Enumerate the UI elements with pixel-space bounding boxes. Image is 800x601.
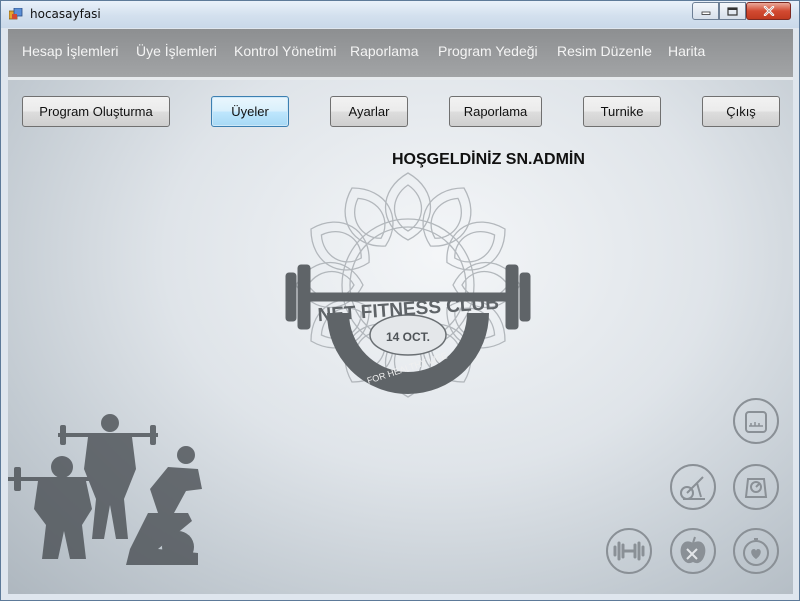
program-olusturma-button[interactable]: Program Oluşturma <box>22 96 170 127</box>
menu-hesap-islemleri[interactable]: Hesap İşlemleri <box>22 43 118 59</box>
ayarlar-button[interactable]: Ayarlar <box>330 96 408 127</box>
maximize-button[interactable] <box>719 2 746 20</box>
title-bar[interactable]: hocasayfasi <box>1 1 799 28</box>
cikis-button[interactable]: Çıkış <box>702 96 780 127</box>
app-window: hocasayfasi Hesap İşlemleri Üye İşlemler… <box>0 0 800 601</box>
heart-stopwatch-icon <box>733 528 779 574</box>
menu-uye-islemleri[interactable]: Üye İşlemleri <box>136 43 217 59</box>
minimize-button[interactable] <box>692 2 719 20</box>
menu-bar: Hesap İşlemleri Üye İşlemleri Kontrol Yö… <box>8 29 793 80</box>
dumbbell-icon <box>606 528 652 574</box>
main-form: Hesap İşlemleri Üye İşlemleri Kontrol Yö… <box>8 29 793 594</box>
menu-raporlama[interactable]: Raporlama <box>350 43 418 59</box>
exercise-bike-icon <box>670 464 716 510</box>
raporlama-button[interactable]: Raporlama <box>449 96 542 127</box>
window-title: hocasayfasi <box>30 7 101 21</box>
gym-silhouette-image <box>8 414 202 565</box>
apple-diet-icon <box>670 528 716 574</box>
weight-scale-icon <box>733 464 779 510</box>
close-icon <box>763 6 774 16</box>
turnike-button[interactable]: Turnike <box>583 96 661 127</box>
maximize-icon <box>727 6 738 16</box>
minimize-icon <box>701 11 710 15</box>
uyeler-button[interactable]: Üyeler <box>211 96 289 127</box>
menu-resim-duzenle[interactable]: Resim Düzenle <box>557 43 652 59</box>
fitness-club-logo: NET FITNESS CLUB 14 OCT. FOR HEALTHY LIF… <box>285 172 531 398</box>
logo-date: 14 OCT. <box>386 330 430 344</box>
close-button[interactable] <box>746 2 791 20</box>
menu-kontrol-yonetimi[interactable]: Kontrol Yönetimi <box>234 43 336 59</box>
scale-tape-icon <box>733 398 779 444</box>
menu-program-yedegi[interactable]: Program Yedeği <box>438 43 538 59</box>
app-icon <box>9 8 23 20</box>
menu-harita[interactable]: Harita <box>668 43 705 59</box>
